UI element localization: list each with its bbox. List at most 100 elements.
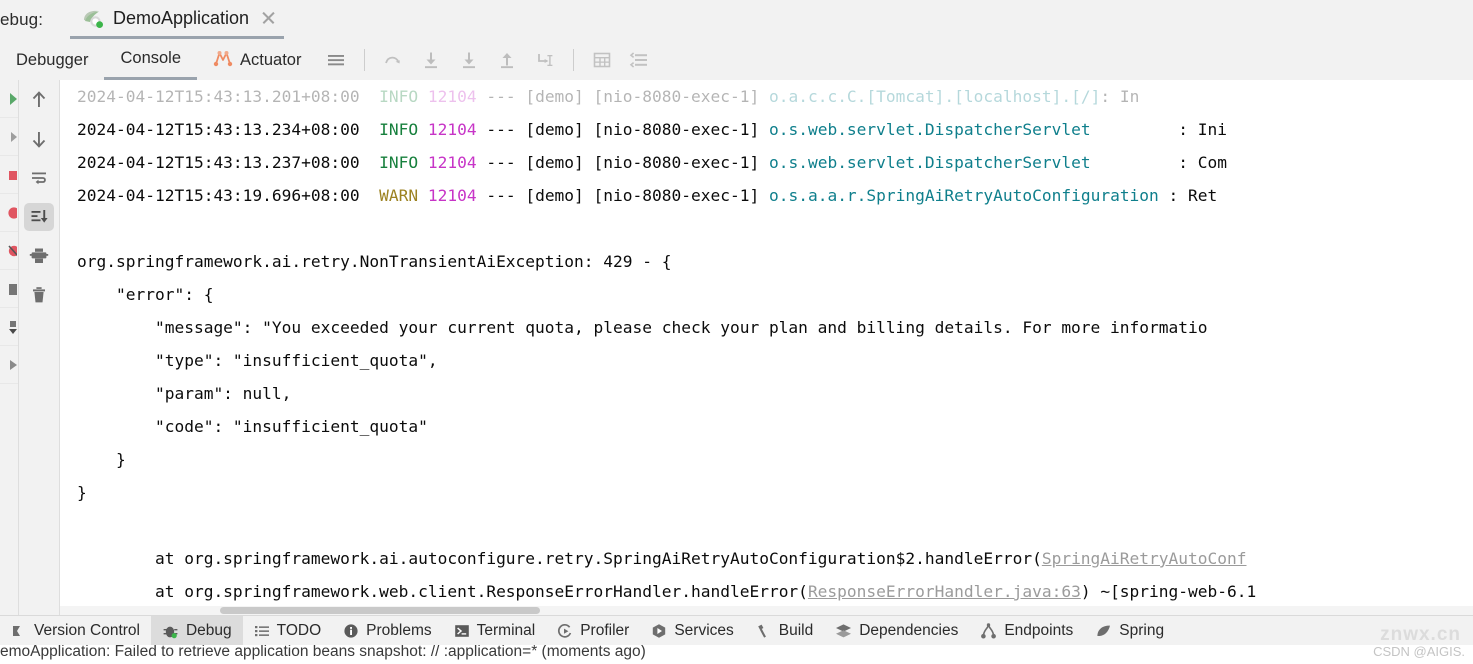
log-pid: 12104 bbox=[427, 153, 477, 172]
idea-debug-window: ebug: DemoApplication Debugger Console A… bbox=[0, 0, 1473, 664]
console-horizontal-scrollbar[interactable] bbox=[60, 606, 1473, 615]
console-log-line[interactable]: 2024-04-12T15:43:19.696+08:00 WARN 12104… bbox=[60, 179, 1473, 212]
scroll-up-icon[interactable] bbox=[19, 81, 59, 119]
tool-window-debug[interactable]: Debug bbox=[150, 616, 243, 646]
clear-all-trash-icon[interactable] bbox=[19, 276, 59, 314]
actuator-icon bbox=[213, 49, 233, 72]
settings-lines-icon[interactable] bbox=[625, 45, 655, 75]
console-exception-line[interactable]: "error": { bbox=[60, 278, 1473, 311]
view-breakpoints-icon[interactable] bbox=[0, 194, 18, 232]
tool-window-endpoints[interactable]: Endpoints bbox=[969, 616, 1084, 646]
run-tab-strip: ebug: DemoApplication bbox=[0, 0, 1473, 41]
tab-console[interactable]: Console bbox=[104, 41, 198, 80]
run-tab-title: DemoApplication bbox=[113, 7, 250, 28]
dependencies-layers-icon bbox=[835, 623, 852, 639]
tool-window-services[interactable]: Services bbox=[640, 616, 744, 646]
tool-window-build[interactable]: Build bbox=[745, 616, 824, 646]
step-out-icon[interactable] bbox=[492, 45, 522, 75]
tool-window-label: Version Control bbox=[34, 622, 140, 639]
pause-program-icon[interactable] bbox=[0, 118, 18, 156]
tool-window-label: Debug bbox=[185, 622, 232, 639]
tool-window-label: Profiler bbox=[580, 622, 630, 639]
console-exception-line[interactable]: } bbox=[60, 443, 1473, 476]
console-exception-line[interactable]: org.springframework.ai.retry.NonTransien… bbox=[60, 245, 1473, 278]
soft-wrap-icon[interactable] bbox=[19, 159, 59, 197]
log-level: INFO bbox=[379, 153, 419, 172]
tool-window-label: TODO bbox=[276, 622, 322, 639]
tool-window-bar: Version Control Debug TODO Problems Terminal… bbox=[0, 615, 1473, 646]
log-level: WARN bbox=[379, 186, 419, 205]
log-pid: 12104 bbox=[427, 87, 477, 106]
toolbar-separator-2 bbox=[573, 49, 575, 71]
restore-layout-icon[interactable] bbox=[0, 308, 18, 346]
profiler-icon bbox=[557, 623, 573, 639]
toolbar-separator bbox=[364, 49, 366, 71]
step-into-icon[interactable] bbox=[416, 45, 446, 75]
version-control-icon bbox=[11, 623, 27, 639]
expand-panel-icon[interactable] bbox=[0, 346, 18, 384]
status-message: emoApplication: Failed to retrieve appli… bbox=[0, 645, 1473, 664]
show-options-menu-icon[interactable] bbox=[321, 45, 351, 75]
debug-label: ebug: bbox=[0, 10, 44, 29]
status-message-text: emoApplication: Failed to retrieve appli… bbox=[0, 645, 646, 660]
spring-leaf-icon bbox=[1095, 623, 1112, 639]
console-exception-line[interactable]: } bbox=[60, 476, 1473, 509]
todo-list-icon bbox=[254, 623, 270, 639]
source-link[interactable]: ResponseErrorHandler.java:63 bbox=[808, 582, 1081, 601]
tool-window-terminal[interactable]: Terminal bbox=[443, 616, 547, 646]
scrollbar-thumb[interactable] bbox=[220, 607, 540, 614]
tab-debugger[interactable]: Debugger bbox=[0, 41, 104, 80]
tool-window-label: Spring bbox=[1119, 622, 1165, 639]
log-pid: 12104 bbox=[427, 186, 477, 205]
debug-actions-gutter bbox=[0, 80, 19, 615]
console-log-line[interactable]: 2024-04-12T15:43:13.234+08:00 INFO 12104… bbox=[60, 113, 1473, 146]
scroll-to-end-icon[interactable] bbox=[19, 198, 59, 236]
source-link[interactable]: SpringAiRetryAutoConf bbox=[1042, 549, 1247, 568]
console-stacktrace-line[interactable]: at org.springframework.ai.autoconfigure.… bbox=[60, 542, 1473, 575]
terminal-icon bbox=[454, 623, 470, 639]
watermark-site: znwx.cn bbox=[1380, 624, 1461, 645]
console-log-line[interactable]: 2024-04-12T15:43:13.237+08:00 INFO 12104… bbox=[60, 146, 1473, 179]
tab-actuator-label: Actuator bbox=[240, 50, 302, 69]
run-tab-demoapplication[interactable]: DemoApplication bbox=[70, 0, 285, 39]
tool-window-version-control[interactable]: Version Control bbox=[0, 616, 151, 646]
stop-program-icon[interactable] bbox=[0, 156, 18, 194]
tool-window-label: Endpoints bbox=[1004, 622, 1074, 639]
tool-window-label: Services bbox=[674, 622, 734, 639]
tool-window-label: Build bbox=[778, 622, 814, 639]
log-logger: o.s.a.a.r.SpringAiRetryAutoConfiguration bbox=[768, 186, 1159, 205]
mute-breakpoints-icon[interactable] bbox=[0, 232, 18, 270]
tool-window-todo[interactable]: TODO bbox=[243, 616, 333, 646]
resume-program-icon[interactable] bbox=[0, 80, 18, 118]
force-step-into-icon[interactable] bbox=[454, 45, 484, 75]
tab-actuator[interactable]: Actuator bbox=[197, 41, 317, 80]
close-icon[interactable] bbox=[260, 10, 276, 26]
run-to-cursor-icon[interactable] bbox=[530, 45, 560, 75]
console-exception-line[interactable]: "code": "insufficient_quota" bbox=[60, 410, 1473, 443]
print-icon[interactable] bbox=[19, 237, 59, 275]
scroll-down-icon[interactable] bbox=[19, 120, 59, 158]
console-toolbar: Debugger Console Actuator bbox=[0, 40, 1473, 81]
tool-window-profiler[interactable]: Profiler bbox=[546, 616, 640, 646]
console-exception-line[interactable]: "type": "insufficient_quota", bbox=[60, 344, 1473, 377]
tool-window-dependencies[interactable]: Dependencies bbox=[824, 616, 969, 646]
layout-settings-icon[interactable] bbox=[0, 270, 18, 308]
force-step-over-icon[interactable] bbox=[378, 45, 408, 75]
console-log-line[interactable]: 2024-04-12T15:43:13.201+08:00 INFO 12104… bbox=[60, 80, 1473, 113]
tool-window-spring[interactable]: Spring bbox=[1084, 616, 1175, 646]
tool-window-problems[interactable]: Problems bbox=[332, 616, 442, 646]
console-exception-line[interactable]: "param": null, bbox=[60, 377, 1473, 410]
log-logger: o.s.web.servlet.DispatcherServlet bbox=[768, 153, 1091, 172]
spring-boot-running-icon bbox=[80, 7, 106, 29]
console-exception-line[interactable]: "message": "You exceeded your current qu… bbox=[60, 311, 1473, 344]
services-icon bbox=[651, 623, 667, 639]
evaluate-table-icon[interactable] bbox=[587, 45, 617, 75]
console-output[interactable]: 2024-04-12T15:43:13.201+08:00 INFO 12104… bbox=[60, 80, 1473, 606]
console-actions-gutter bbox=[19, 80, 60, 615]
build-hammer-icon bbox=[756, 623, 772, 639]
log-logger: o.s.web.servlet.DispatcherServlet bbox=[768, 120, 1091, 139]
watermark-author: CSDN @AIGIS. bbox=[1373, 644, 1465, 659]
console-stacktrace-line[interactable]: at org.springframework.web.client.Respon… bbox=[60, 575, 1473, 606]
